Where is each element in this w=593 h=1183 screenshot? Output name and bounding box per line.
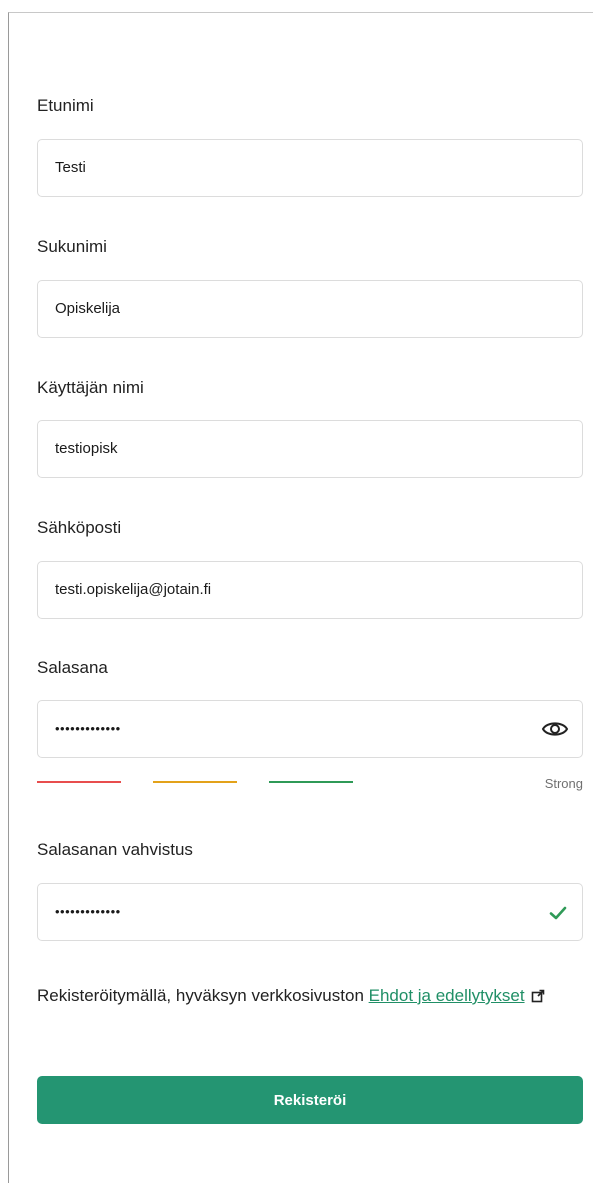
last-name-label: Sukunimi [37, 237, 107, 256]
register-button[interactable]: Rekisteröi [37, 1076, 583, 1124]
first-name-value: Testi [55, 159, 86, 176]
confirm-password-input[interactable]: ••••••••••••• [37, 883, 583, 941]
eye-icon[interactable] [540, 717, 570, 741]
terms-link[interactable]: Ehdot ja edellytykset [369, 986, 525, 1005]
strength-bar-weak [37, 781, 121, 783]
external-link-icon[interactable] [531, 980, 545, 1003]
password-masked-value: ••••••••••••• [55, 721, 121, 736]
username-value: testiopisk [55, 440, 118, 457]
email-value: testi.opiskelija@jotain.fi [55, 581, 212, 598]
terms-prefix: Rekisteröitymällä, hyväksyn verkkosivust… [37, 986, 369, 1005]
username-input[interactable]: testiopisk [37, 420, 583, 478]
password-input[interactable]: ••••••••••••• [37, 700, 583, 758]
terms-text: Rekisteröitymällä, hyväksyn verkkosivust… [37, 978, 567, 1013]
strength-label: Strong [544, 776, 583, 791]
last-name-value: Opiskelija [55, 300, 121, 317]
username-label: Käyttäjän nimi [37, 378, 144, 397]
last-name-input[interactable]: Opiskelija [37, 280, 583, 338]
email-label: Sähköposti [37, 518, 122, 537]
strength-bar-medium [153, 781, 237, 783]
password-label: Salasana [37, 658, 108, 677]
email-input[interactable]: testi.opiskelija@jotain.fi [37, 561, 583, 619]
first-name-input[interactable]: Testi [37, 139, 583, 197]
checkmark-icon [548, 903, 568, 923]
first-name-label: Etunimi [37, 96, 94, 115]
confirm-password-masked-value: ••••••••••••• [55, 904, 121, 919]
confirm-password-label: Salasanan vahvistus [37, 840, 193, 859]
strength-bar-strong [269, 781, 353, 783]
